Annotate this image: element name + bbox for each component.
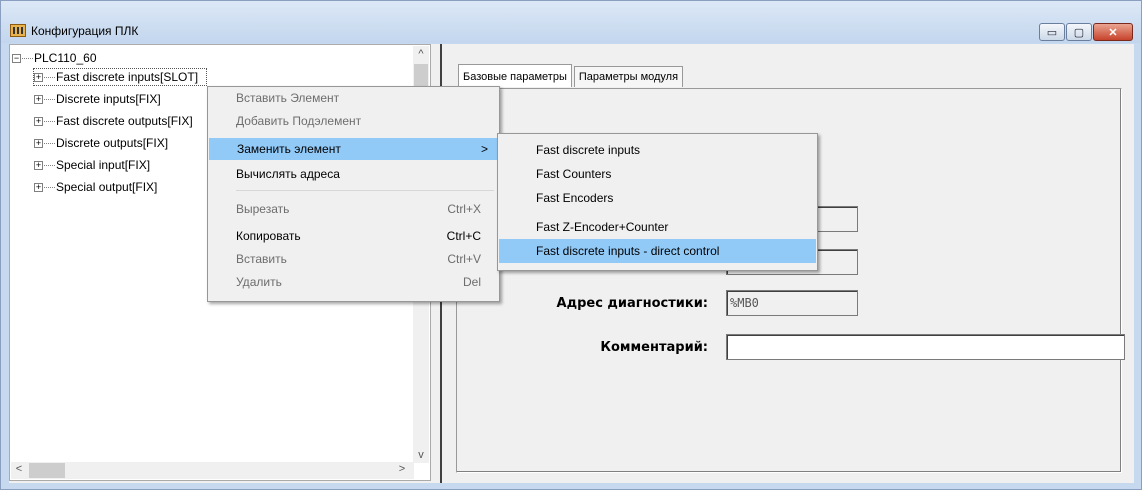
tree-connector <box>22 58 33 60</box>
menu-item-delete[interactable]: Удалить Del <box>208 271 499 293</box>
tree-root[interactable]: − PLC110_60 <box>12 50 97 66</box>
scroll-thumb[interactable] <box>29 463 65 478</box>
expand-icon[interactable]: + <box>34 183 43 193</box>
tree-item-special-input[interactable]: + Special input[FIX] <box>34 157 150 173</box>
context-menu: Вставить Элемент Добавить Подэлемент Зам… <box>207 86 500 302</box>
menu-item-calc-addresses[interactable]: Вычислять адреса <box>208 163 499 185</box>
tree-item-discrete-inputs[interactable]: + Discrete inputs[FIX] <box>34 91 161 107</box>
submenu-item-fast-discrete-inputs-direct[interactable]: Fast discrete inputs - direct control <box>499 239 816 263</box>
tree-item-fast-discrete-inputs[interactable]: + Fast discrete inputs[SLOT] <box>32 68 208 86</box>
tree-connector <box>44 165 55 167</box>
scroll-down-icon[interactable]: v <box>413 449 429 461</box>
menu-item-copy[interactable]: Копировать Ctrl+C <box>208 225 499 247</box>
tree-item-label: Special output[FIX] <box>56 180 158 194</box>
tab-bar: Базовые параметры Параметры модуля <box>458 64 685 88</box>
expand-icon[interactable]: + <box>34 139 43 149</box>
tree-horizontal-scrollbar[interactable]: < > <box>11 462 414 479</box>
comment-label: Комментарий: <box>600 340 708 355</box>
tree-connector <box>44 99 55 101</box>
collapse-icon[interactable]: − <box>12 54 21 64</box>
submenu-item-fast-z-encoder-counter[interactable]: Fast Z-Encoder+Counter <box>498 216 817 238</box>
menu-separator <box>236 190 494 191</box>
menu-item-insert-element[interactable]: Вставить Элемент <box>208 87 499 109</box>
minimize-button[interactable]: ▭ <box>1039 23 1065 41</box>
tree-item-label: Fast discrete inputs[SLOT] <box>56 70 199 84</box>
tree-item-label: Special input[FIX] <box>56 158 151 172</box>
tree-connector <box>44 143 55 145</box>
menu-item-replace-element[interactable]: Заменить элемент > <box>209 138 498 160</box>
expand-icon[interactable]: + <box>34 117 43 127</box>
plc-config-icon <box>10 24 26 37</box>
window-controls: ▭ ▢ ✕ <box>1038 23 1133 41</box>
tree-connector <box>44 77 55 79</box>
scroll-up-icon[interactable]: ^ <box>413 48 429 60</box>
expand-icon[interactable]: + <box>34 161 43 171</box>
submenu-item-fast-encoders[interactable]: Fast Encoders <box>498 187 817 209</box>
tree-item-discrete-outputs[interactable]: + Discrete outputs[FIX] <box>34 135 168 151</box>
close-button[interactable]: ✕ <box>1093 23 1133 41</box>
tab-base-params[interactable]: Базовые параметры <box>458 64 572 87</box>
tree-root-label: PLC110_60 <box>34 51 97 65</box>
scroll-left-icon[interactable]: < <box>11 463 27 475</box>
submenu-arrow-icon: > <box>480 142 488 156</box>
tree-item-fast-discrete-outputs[interactable]: + Fast discrete outputs[FIX] <box>34 113 193 129</box>
maximize-button[interactable]: ▢ <box>1066 23 1092 41</box>
menu-item-add-subelement[interactable]: Добавить Подэлемент <box>208 110 499 132</box>
expand-icon[interactable]: + <box>34 73 43 83</box>
submenu-item-fast-discrete-inputs[interactable]: Fast discrete inputs <box>498 139 817 161</box>
tree-connector <box>44 187 55 189</box>
tree-item-label: Discrete inputs[FIX] <box>56 92 161 106</box>
tab-module-params[interactable]: Параметры модуля <box>573 66 684 87</box>
scroll-right-icon[interactable]: > <box>394 463 410 475</box>
title-bar[interactable]: Конфигурация ПЛК ▭ ▢ ✕ <box>1 1 1141 43</box>
expand-icon[interactable]: + <box>34 95 43 105</box>
tree-connector <box>44 121 55 123</box>
tree-item-special-output[interactable]: + Special output[FIX] <box>34 179 157 195</box>
comment-input[interactable] <box>726 334 1125 360</box>
submenu-item-fast-counters[interactable]: Fast Counters <box>498 163 817 185</box>
tree-item-label: Discrete outputs[FIX] <box>56 136 169 150</box>
replace-submenu: Fast discrete inputs Fast Counters Fast … <box>497 133 818 271</box>
diag-address-field: %MB0 <box>726 290 858 316</box>
diag-address-label: Адрес диагностики: <box>556 296 708 311</box>
window-title: Конфигурация ПЛК <box>31 24 139 38</box>
menu-item-paste[interactable]: Вставить Ctrl+V <box>208 248 499 270</box>
tree-item-label: Fast discrete outputs[FIX] <box>56 114 193 128</box>
menu-item-cut[interactable]: Вырезать Ctrl+X <box>208 198 499 220</box>
